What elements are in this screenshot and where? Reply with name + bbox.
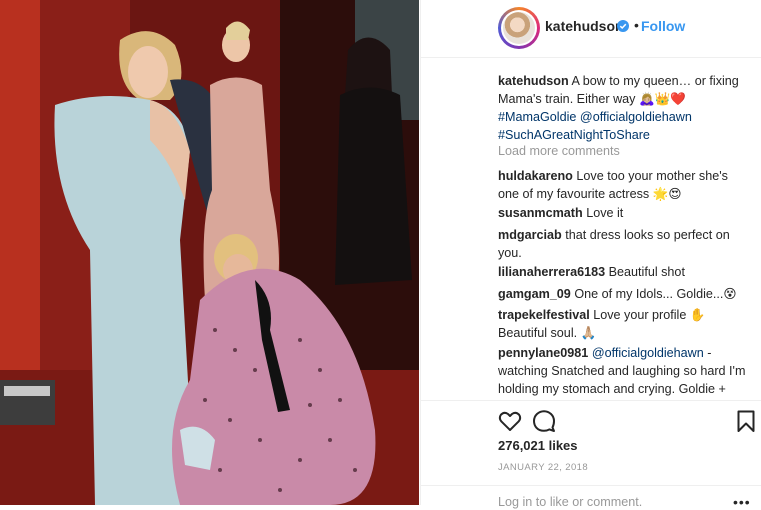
caption-mention[interactable]: @officialgoldiehawn [580, 110, 692, 124]
post-date[interactable]: JANUARY 22, 2018 [498, 462, 588, 473]
comment-item: huldakareno Love too your mother she's o… [498, 167, 748, 203]
bookmark-icon[interactable] [734, 409, 758, 433]
comment-username[interactable]: susanmcmath [498, 206, 583, 220]
comment-item: susanmcmath Love it [498, 204, 748, 222]
load-more-comments-link[interactable]: Load more comments [498, 144, 620, 158]
heart-icon[interactable] [498, 409, 522, 433]
header-separator: • [634, 17, 639, 33]
comment-username[interactable]: lilianaherrera6183 [498, 265, 605, 279]
post-header: katehudson • Follow [421, 0, 761, 56]
post-sidebar: katehudson • Follow katehudson A bow to … [420, 0, 761, 510]
post-photo[interactable] [0, 0, 419, 505]
comment-username[interactable]: huldakareno [498, 169, 573, 183]
more-options-icon[interactable]: ••• [733, 494, 751, 510]
comment-item: trapekelfestival Love your profile ✋ Bea… [498, 306, 748, 342]
avatar-ring-inner [501, 10, 537, 46]
comment-username[interactable]: trapekelfestival [498, 308, 590, 322]
likes-count[interactable]: 276,021 likes [498, 438, 578, 453]
comment-username[interactable]: mdgarciab [498, 228, 562, 242]
comment-text: Love it [586, 206, 624, 220]
comment-text: Beautiful shot [608, 265, 685, 279]
caption-username[interactable]: katehudson [498, 74, 569, 88]
add-comment-section: Log in to like or comment. ••• [421, 485, 761, 510]
comment-text: One of my Idols... Goldie...😵 [574, 287, 737, 301]
caption: katehudson A bow to my queen… or fixing … [498, 72, 748, 144]
login-to-comment-link[interactable]: Log in to like or comment. [498, 495, 642, 509]
avatar[interactable] [498, 7, 540, 49]
caption-hashtag[interactable]: #SuchAGreatNightToShare [498, 128, 650, 142]
comment-bubble-icon[interactable] [532, 409, 556, 433]
post-photo-illustration [0, 0, 419, 505]
action-bar [421, 400, 761, 436]
follow-button[interactable]: Follow [641, 18, 685, 34]
comment-mention[interactable]: @officialgoldiehawn [592, 346, 704, 360]
comment-item: mdgarciab that dress looks so perfect on… [498, 226, 748, 262]
comment-item: gamgam_09 One of my Idols... Goldie...😵 [498, 285, 748, 303]
caption-hashtag[interactable]: #MamaGoldie [498, 110, 576, 124]
comment-username[interactable]: pennylane0981 [498, 346, 588, 360]
verified-badge-icon [617, 20, 629, 32]
comment-item: pennylane0981 @officialgoldiehawn - watc… [498, 344, 748, 400]
header-username[interactable]: katehudson [545, 18, 624, 34]
avatar-photo [503, 12, 535, 44]
instagram-post: katehudson • Follow katehudson A bow to … [0, 0, 761, 510]
comment-username[interactable]: gamgam_09 [498, 287, 571, 301]
comment-item: lilianaherrera6183 Beautiful shot [498, 263, 748, 281]
comments-list: katehudson A bow to my queen… or fixing … [421, 57, 761, 400]
